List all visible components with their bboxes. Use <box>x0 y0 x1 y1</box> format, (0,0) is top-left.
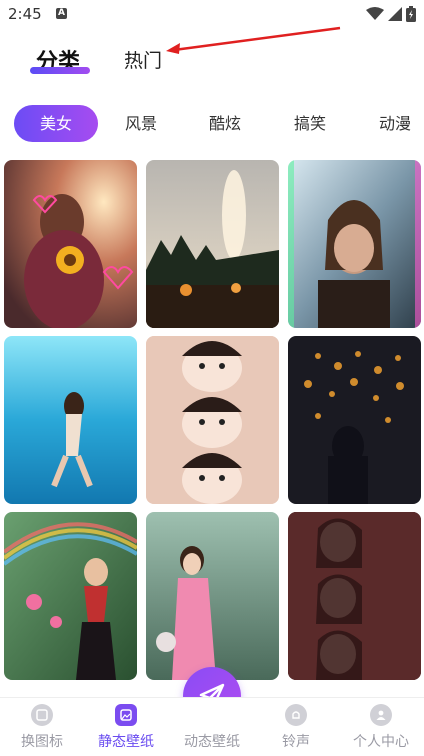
annotation-arrow-icon <box>166 26 341 54</box>
nav-label-static-wallpaper: 静态壁纸 <box>98 734 154 750</box>
wallpaper-underwater-swimmer[interactable] <box>4 336 137 504</box>
person-icon <box>370 704 392 726</box>
bottom-nav: 换图标 静态壁纸 动态壁纸 铃声 个人中心 <box>0 697 424 756</box>
chip-funny[interactable]: 搞笑 <box>281 105 339 142</box>
nav-label-change-icon: 换图标 <box>21 734 63 750</box>
wifi-icon <box>366 7 384 20</box>
wallpaper-girl-faces[interactable] <box>146 336 279 504</box>
nav-static-wallpaper[interactable]: 静态壁纸 <box>84 698 168 751</box>
wallpaper-girl-red-triple[interactable] <box>288 512 421 680</box>
tab-hot[interactable]: 热门 <box>124 46 162 73</box>
signal-icon <box>388 7 402 21</box>
wallpaper-girl-lotus[interactable] <box>4 512 137 680</box>
chip-cool[interactable]: 酷炫 <box>196 105 254 142</box>
notification-a-icon: A <box>56 8 67 19</box>
status-icons <box>366 6 416 22</box>
wallpaper-girl-pink-dress[interactable] <box>146 512 279 680</box>
battery-icon <box>406 6 416 22</box>
bell-icon <box>285 704 307 726</box>
image-icon <box>31 704 53 726</box>
chip-beauty[interactable]: 美女 <box>14 105 98 142</box>
status-time: 2:45 <box>8 5 42 23</box>
nav-profile[interactable]: 个人中心 <box>339 698 423 751</box>
category-chips: 美女 风景 酷炫 搞笑 动漫 <box>0 105 424 143</box>
chip-anime[interactable]: 动漫 <box>366 105 424 142</box>
nav-label-dynamic-wallpaper: 动态壁纸 <box>184 734 240 750</box>
wallpaper-girl-sunflower[interactable] <box>4 160 137 328</box>
nav-ringtone[interactable]: 铃声 <box>254 698 338 751</box>
nav-label-ringtone: 铃声 <box>282 734 310 750</box>
tab-active-indicator <box>30 67 90 74</box>
nav-label-profile: 个人中心 <box>353 734 409 750</box>
wallpaper-firework-landscape[interactable] <box>146 160 279 328</box>
wallpaper-bokeh-lights[interactable] <box>288 336 421 504</box>
wallpaper-icon <box>115 704 137 726</box>
nav-change-icon[interactable]: 换图标 <box>0 698 84 751</box>
nav-dynamic-wallpaper[interactable]: 动态壁纸 <box>170 698 254 751</box>
chip-scenery[interactable]: 风景 <box>112 105 170 142</box>
wallpaper-woman-sea[interactable] <box>288 160 421 328</box>
